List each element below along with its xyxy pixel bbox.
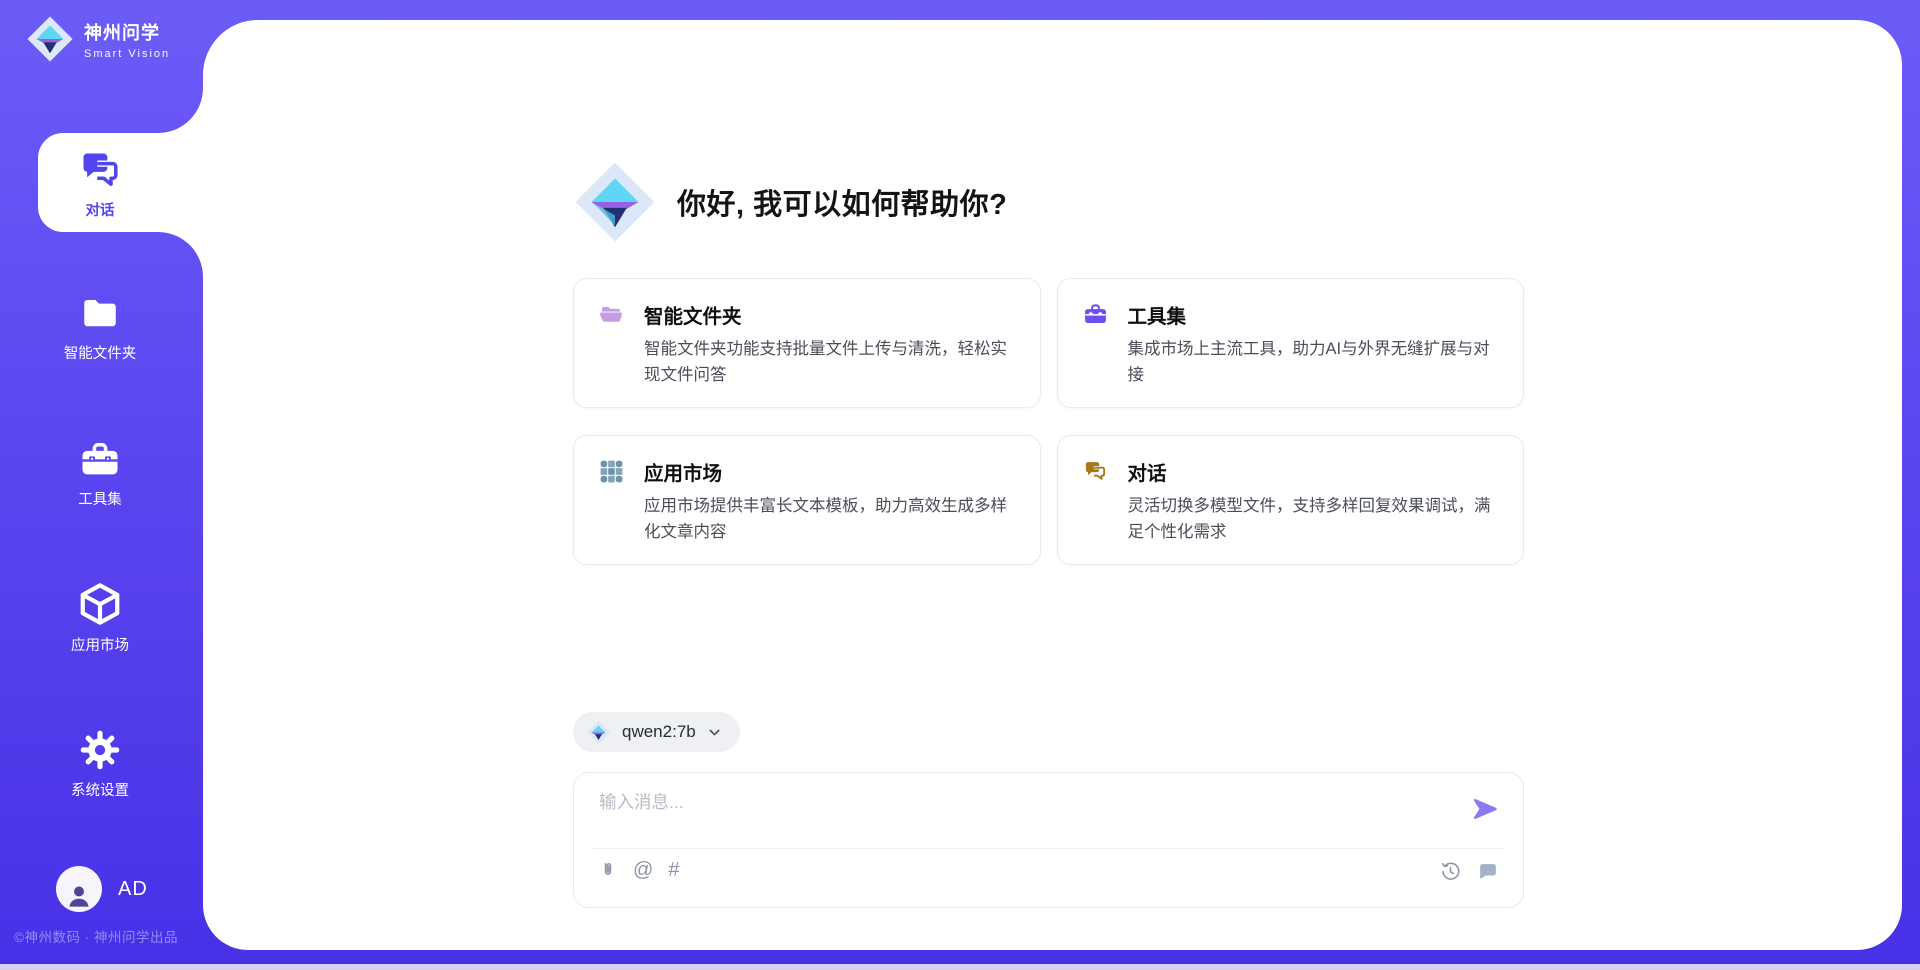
card-description: 灵活切换多模型文件，支持多样回复效果调试，满足个性化需求: [1128, 494, 1500, 545]
model-logo-icon: [586, 720, 611, 745]
person-icon: [62, 880, 96, 912]
model-name: qwen2:7b: [622, 722, 696, 742]
history-icon[interactable]: [1440, 861, 1461, 882]
sidebar-item-label: 工具集: [0, 488, 200, 509]
folder-icon: [598, 302, 625, 327]
avatar: [56, 866, 102, 912]
sidebar-item-smart-folder[interactable]: 智能文件夹: [0, 293, 200, 363]
chat-icon: [1082, 459, 1109, 484]
model-selector[interactable]: qwen2:7b: [573, 712, 740, 752]
grid-icon: [598, 459, 625, 484]
assistant-logo-icon: [573, 160, 657, 244]
folder-icon: [78, 293, 122, 335]
hashtag-icon[interactable]: #: [668, 860, 679, 880]
greeting-title: 你好, 我可以如何帮助你?: [677, 181, 1007, 223]
card-toolset[interactable]: 工具集 集成市场上主流工具，助力AI与外界无缝扩展与对接: [1057, 278, 1525, 408]
brand-name: 神州问学: [84, 19, 170, 45]
card-description: 集成市场上主流工具，助力AI与外界无缝扩展与对接: [1128, 337, 1500, 388]
app-window: 神州问学 Smart Vision 对话 智能文件夹 工具集: [0, 0, 1920, 970]
mention-icon[interactable]: @: [633, 860, 653, 880]
card-title: 工具集: [1128, 300, 1187, 329]
window-bottom-edge: [0, 964, 1920, 970]
sidebar-item-app-market[interactable]: 应用市场: [0, 581, 200, 655]
sidebar-item-label: 智能文件夹: [0, 342, 200, 363]
copyright-footer: ©神州数码 · 神州问学出品: [14, 926, 178, 946]
toolbox-icon: [1082, 302, 1109, 327]
greeting-header: 你好, 我可以如何帮助你?: [573, 160, 1007, 244]
cube-icon: [77, 581, 123, 627]
user-profile[interactable]: AD: [56, 866, 148, 912]
chat-icon: [78, 148, 122, 192]
toolbox-icon: [78, 439, 122, 481]
card-smart-folder[interactable]: 智能文件夹 智能文件夹功能支持批量文件上传与清洗，轻松实现文件问答: [573, 278, 1041, 408]
card-chat[interactable]: 对话 灵活切换多模型文件，支持多样回复效果调试，满足个性化需求: [1057, 435, 1525, 565]
message-input[interactable]: [599, 789, 1449, 841]
composer-divider: [592, 848, 1505, 849]
chevron-down-icon: [707, 725, 722, 740]
sidebar-item-settings[interactable]: 系统设置: [0, 728, 200, 800]
sidebar-item-label: 应用市场: [0, 634, 200, 655]
card-title: 对话: [1128, 457, 1167, 486]
sidebar-item-label: 系统设置: [0, 779, 200, 800]
sidebar-item-chat[interactable]: 对话: [0, 148, 200, 220]
feature-cards: 智能文件夹 智能文件夹功能支持批量文件上传与清洗，轻松实现文件问答 工具集 集成…: [573, 278, 1524, 565]
sidebar-item-toolset[interactable]: 工具集: [0, 439, 200, 509]
user-name: AD: [118, 878, 148, 901]
card-title: 应用市场: [644, 457, 722, 486]
message-composer: @ #: [573, 772, 1524, 908]
card-description: 智能文件夹功能支持批量文件上传与清洗，轻松实现文件问答: [644, 337, 1016, 388]
brand-subtitle: Smart Vision: [84, 48, 170, 60]
sidebar-item-label: 对话: [0, 199, 200, 220]
composer-tools-left: @ #: [598, 859, 679, 881]
send-icon[interactable]: [1471, 795, 1499, 823]
card-description: 应用市场提供丰富长文本模板，助力高效生成多样化文章内容: [644, 494, 1016, 545]
brand-diamond-icon: [26, 15, 74, 63]
card-app-market[interactable]: 应用市场 应用市场提供丰富长文本模板，助力高效生成多样化文章内容: [573, 435, 1041, 565]
attachment-icon[interactable]: [598, 859, 618, 881]
chat-bubble-icon[interactable]: [1477, 861, 1499, 882]
composer-tools-right: [1440, 861, 1499, 882]
gear-icon: [78, 728, 122, 772]
card-title: 智能文件夹: [644, 300, 742, 329]
brand-logo: 神州问学 Smart Vision: [26, 15, 170, 63]
